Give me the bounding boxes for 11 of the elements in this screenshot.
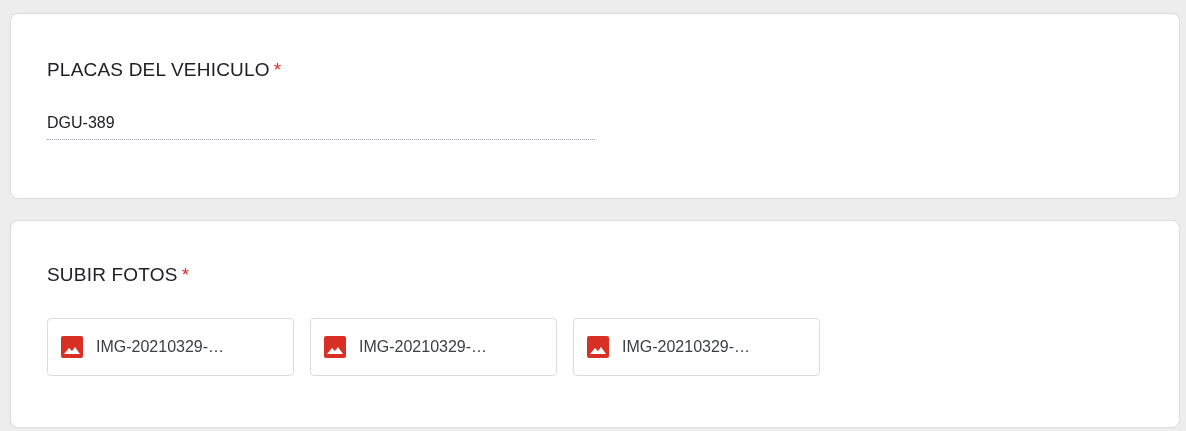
required-mark: * (181, 264, 190, 285)
image-icon (60, 334, 84, 359)
required-mark: * (273, 59, 282, 80)
image-icon (323, 334, 347, 359)
file-chip[interactable]: IMG-20210329-… (573, 317, 820, 376)
answer-field[interactable]: DGU-389 (47, 110, 595, 140)
question-title: PLACAS DEL VEHICULO (47, 59, 270, 80)
question-title: SUBIR FOTOS (47, 264, 178, 285)
file-chip[interactable]: IMG-20210329-… (310, 317, 557, 376)
image-icon (586, 334, 610, 359)
file-chip[interactable]: IMG-20210329-… (47, 317, 294, 376)
